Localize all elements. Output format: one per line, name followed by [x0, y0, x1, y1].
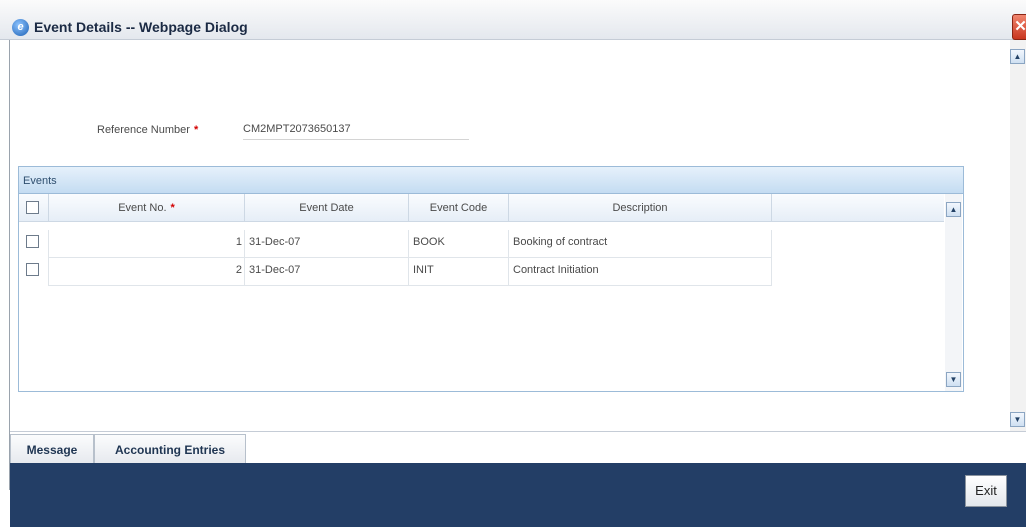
events-grid-header: Event No. * Event Date Event Code Descrip…: [19, 194, 944, 222]
page-scroll-down-icon[interactable]: ▼: [1010, 412, 1025, 427]
page-scroll-up-icon[interactable]: ▲: [1010, 49, 1025, 64]
events-section-title: Events: [19, 167, 963, 194]
tab-message[interactable]: Message: [10, 434, 94, 464]
row-select-cell: [19, 258, 49, 286]
tab-accounting-entries[interactable]: Accounting Entries: [94, 434, 246, 464]
reference-number-label-text: Reference Number: [97, 124, 190, 136]
event-date-cell: 31-Dec-07: [245, 258, 409, 286]
column-event-code[interactable]: Event Code: [409, 194, 509, 222]
tabs-bar: Message Accounting Entries: [10, 431, 1026, 464]
description-cell: Contract Initiation: [509, 258, 772, 286]
column-event-no-label: Event No.: [118, 202, 167, 214]
title-bar: e Event Details -- Webpage Dialog ✕: [0, 0, 1026, 40]
reference-number-field[interactable]: CM2MPT2073650137: [243, 122, 469, 140]
event-no-cell: 2: [49, 258, 245, 286]
row-checkbox[interactable]: [26, 235, 39, 248]
column-event-date[interactable]: Event Date: [245, 194, 409, 222]
reference-number-label: Reference Number *: [97, 124, 198, 136]
row-checkbox[interactable]: [26, 263, 39, 276]
events-scrollbar[interactable]: ▲ ▼: [945, 194, 962, 391]
column-description[interactable]: Description: [509, 194, 772, 222]
event-code-cell: INIT: [409, 258, 509, 286]
footer-bar: Exit: [10, 463, 1026, 527]
required-mark: *: [193, 124, 199, 136]
event-no-cell: 1: [49, 230, 245, 258]
left-frame-border: [0, 40, 10, 490]
ie-icon: e: [12, 19, 29, 36]
row-select-cell: [19, 230, 49, 258]
required-mark: *: [170, 202, 175, 214]
page-scrollbar[interactable]: ▲ ▼: [1010, 40, 1026, 431]
select-all-checkbox[interactable]: [26, 201, 39, 214]
events-section: Events Event No. * Event Date Event Code …: [18, 166, 964, 392]
close-button[interactable]: ✕: [1012, 14, 1026, 40]
table-row[interactable]: 1 31-Dec-07 BOOK Booking of contract: [19, 230, 944, 258]
event-date-cell: 31-Dec-07: [245, 230, 409, 258]
scroll-up-icon[interactable]: ▲: [946, 202, 961, 217]
window-title: Event Details -- Webpage Dialog: [34, 19, 248, 35]
table-row[interactable]: 2 31-Dec-07 INIT Contract Initiation: [19, 258, 944, 286]
description-cell: Booking of contract: [509, 230, 772, 258]
scroll-down-icon[interactable]: ▼: [946, 372, 961, 387]
select-all-cell: [19, 194, 49, 222]
column-event-no[interactable]: Event No. *: [49, 194, 245, 222]
exit-button[interactable]: Exit: [965, 475, 1007, 507]
event-code-cell: BOOK: [409, 230, 509, 258]
